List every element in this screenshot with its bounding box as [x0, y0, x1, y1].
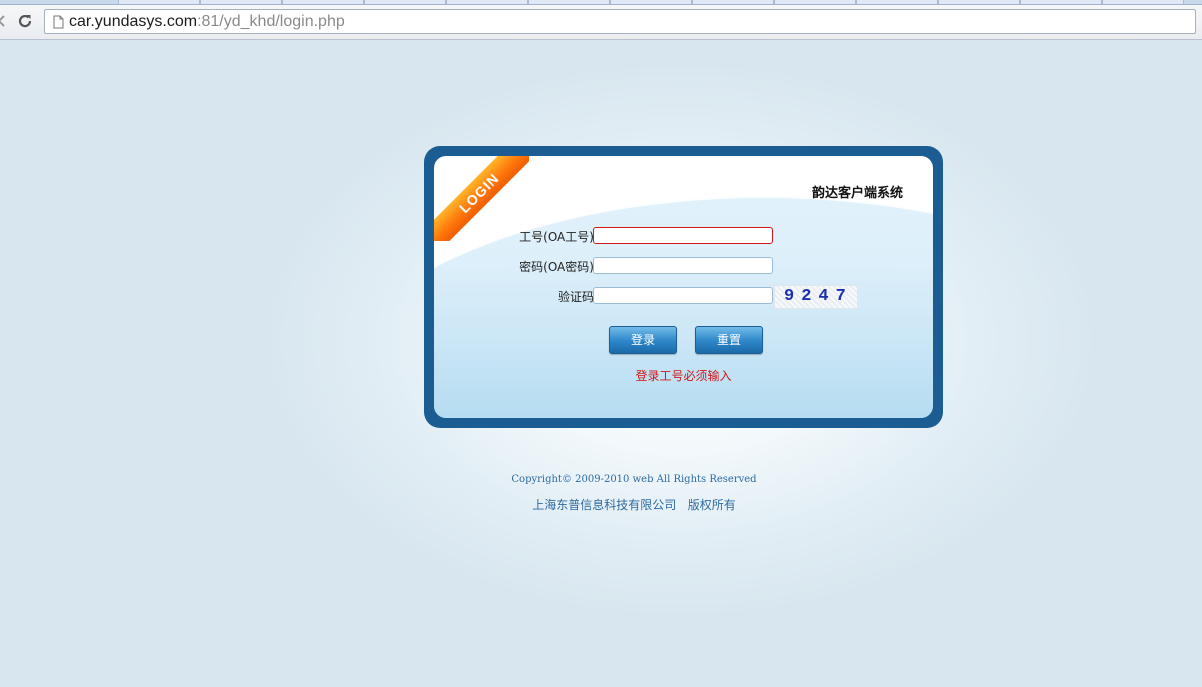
captcha-image[interactable]: 9247	[774, 285, 858, 309]
login-button[interactable]: 登录	[609, 326, 677, 354]
url-text[interactable]: car.yundasys.com:81/yd_khd/login.php	[69, 13, 345, 31]
browser-tab[interactable]	[774, 0, 856, 4]
browser-tab[interactable]	[856, 0, 938, 4]
employee-id-input[interactable]	[593, 227, 773, 244]
browser-tab[interactable]	[610, 0, 692, 4]
reset-button[interactable]: 重置	[695, 326, 763, 354]
captcha-label: 验证码:	[557, 290, 598, 304]
password-row: 密码(OA密码):	[434, 257, 933, 275]
employee-id-label: 工号(OA工号):	[519, 230, 598, 244]
browser-tab[interactable]	[200, 0, 282, 4]
browser-tab[interactable]	[692, 0, 774, 4]
browser-tab[interactable]	[446, 0, 528, 4]
system-title: 韵达客户端系统	[812, 186, 904, 201]
company-name: 上海东普信息科技有限公司 版权所有	[532, 498, 736, 512]
browser-tab[interactable]	[528, 0, 610, 4]
page-icon	[53, 15, 64, 32]
captcha-row: 验证码: 9247	[434, 285, 933, 309]
captcha-input[interactable]	[593, 287, 773, 304]
password-label: 密码(OA密码):	[519, 260, 598, 274]
address-bar[interactable]: car.yundasys.com:81/yd_khd/login.php	[44, 9, 1196, 34]
url-host: car.yundasys.com	[69, 13, 198, 30]
browser-tab[interactable]	[282, 0, 364, 4]
browser-tab[interactable]	[1020, 0, 1102, 4]
back-arrow-icon[interactable]	[0, 10, 12, 32]
copyright-text: Copyright© 2009-2010 web All Rights Rese…	[511, 474, 757, 485]
url-path: :81/yd_khd/login.php	[197, 13, 345, 30]
browser-toolbar: car.yundasys.com:81/yd_khd/login.php	[0, 5, 1202, 40]
password-input[interactable]	[593, 257, 773, 274]
browser-tab[interactable]	[118, 0, 200, 4]
browser-tab[interactable]	[364, 0, 446, 4]
login-panel: LOGIN 韵达客户端系统 工号(OA工号): 密码(OA密码): 验证码: 9…	[424, 146, 943, 428]
employee-id-row: 工号(OA工号):	[434, 227, 933, 245]
browser-tab[interactable]	[938, 0, 1020, 4]
page-background: LOGIN 韵达客户端系统 工号(OA工号): 密码(OA密码): 验证码: 9…	[0, 40, 1202, 687]
error-message: 登录工号必须输入	[635, 369, 732, 383]
reload-icon[interactable]	[14, 10, 36, 32]
login-panel-inner: LOGIN 韵达客户端系统 工号(OA工号): 密码(OA密码): 验证码: 9…	[434, 156, 933, 418]
browser-tab[interactable]	[1102, 0, 1184, 4]
